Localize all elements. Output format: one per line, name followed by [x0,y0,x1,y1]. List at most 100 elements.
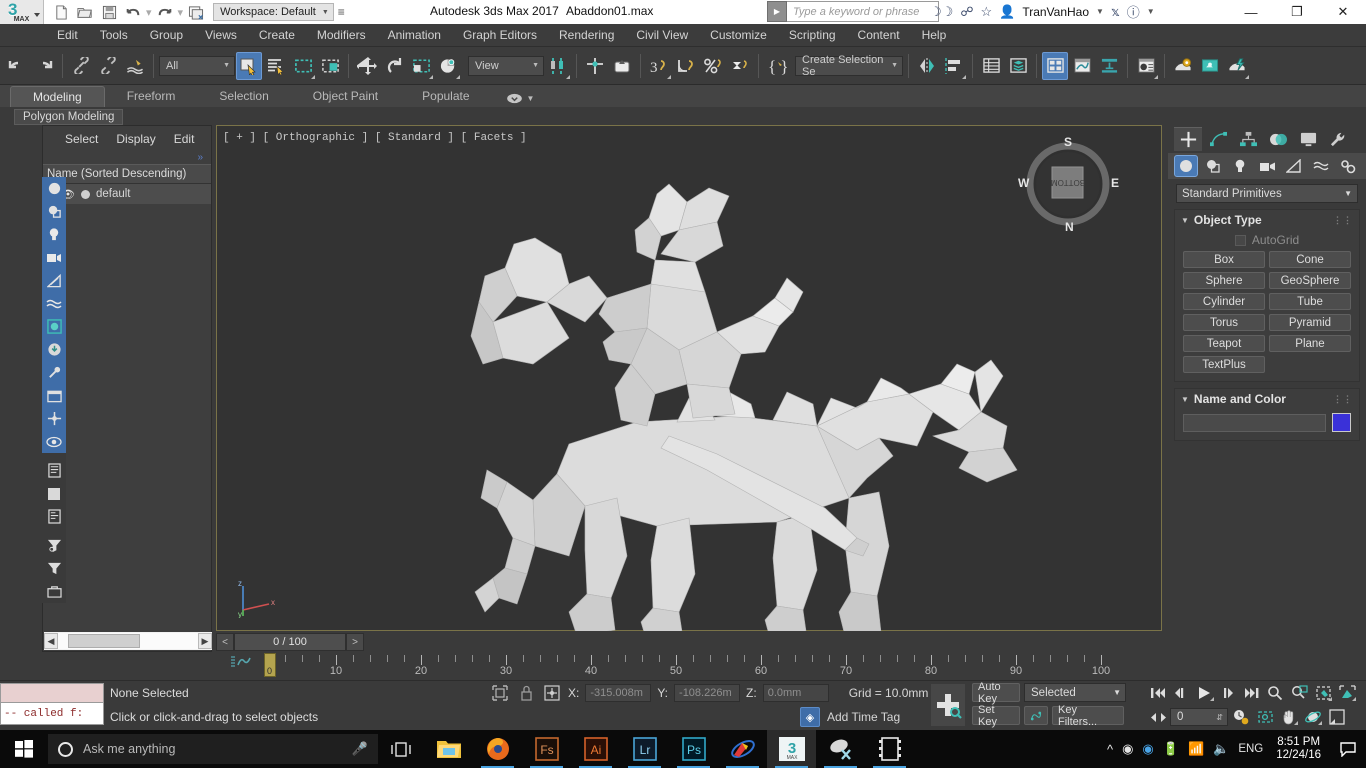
explorer-expand-icon[interactable]: » [43,152,211,164]
start-button[interactable] [0,730,48,768]
display-blank-icon[interactable] [42,482,66,505]
task-view-button[interactable] [378,730,424,768]
ribbon-tab-selection[interactable]: Selection [197,86,290,107]
zoom-extents-icon[interactable] [1312,683,1334,703]
illustrator-icon[interactable]: Ai [571,730,620,768]
geosphere-button[interactable]: GeoSphere [1269,272,1351,289]
named-selection-set-combo[interactable]: Create Selection Se ▼ [795,56,903,76]
search-dropdown-icon[interactable]: ▶ [767,1,787,22]
unlink-selection-icon[interactable] [95,52,121,80]
open-file-icon[interactable] [74,2,96,22]
star-icon[interactable]: ☆ [980,4,992,20]
display-tab[interactable] [1294,127,1322,151]
scroll-right-button[interactable]: ▶ [198,633,212,649]
zoom-all-icon[interactable] [1288,683,1310,703]
key-mode-combo[interactable]: Selected ▼ [1024,683,1126,702]
plane-button[interactable]: Plane [1269,335,1351,352]
snaps-toggle-icon[interactable] [609,52,635,80]
curve-editor-icon[interactable] [1069,52,1095,80]
key-navigation-icon[interactable] [1148,707,1168,727]
x-coordinate-input[interactable]: -315.008m [585,684,651,702]
zoom-region-icon[interactable] [1254,707,1276,727]
ribbon-overflow[interactable]: ▼ [492,93,535,107]
zoom-extents-all-icon[interactable] [1336,683,1358,703]
scroll-left-button[interactable]: ◀ [44,633,58,649]
filter-cameras-icon[interactable] [42,246,66,269]
selection-lock-region-icon[interactable] [490,683,510,703]
go-to-end-button[interactable] [1242,683,1262,703]
menu-item-animation[interactable]: Animation [377,24,452,47]
firefox-icon[interactable] [473,730,522,768]
ribbon-panel-polygon-modeling[interactable]: Polygon Modeling [14,109,123,125]
filter-geometry-icon[interactable] [42,177,66,200]
viewcube-south-label[interactable]: N [1065,220,1074,234]
clock[interactable]: 8:51 PM 12/24/16 [1272,736,1325,762]
geometry-subtab[interactable] [1174,155,1198,177]
filter-containers-icon[interactable] [42,384,66,407]
systems-subtab[interactable] [1336,155,1360,177]
maximize-viewport-toggle-icon[interactable] [1326,707,1348,727]
undo-dropdown-icon[interactable]: ▾ [146,6,152,19]
filter-bones-icon[interactable] [42,361,66,384]
rendered-frame-window-icon[interactable] [1197,52,1223,80]
painter-icon[interactable] [718,730,767,768]
previous-frame-button[interactable] [1170,683,1190,703]
teapot-button[interactable]: Teapot [1183,335,1265,352]
wifi-icon[interactable]: 📶 [1188,741,1204,757]
autogrid-checkbox[interactable] [1235,235,1246,246]
scroll-thumb[interactable] [68,634,140,648]
spinner-arrows-icon[interactable]: ⇵ [1216,713,1223,722]
ribbon-tab-modeling[interactable]: Modeling [10,86,105,107]
shapes-subtab[interactable] [1201,155,1225,177]
menu-item-modifiers[interactable]: Modifiers [306,24,377,47]
auto-key-button[interactable]: Auto Key [972,683,1020,702]
app-logo-button[interactable]: 3 MAX [0,0,44,24]
render-production-icon[interactable] [1224,52,1250,80]
orbit-icon[interactable] [1302,707,1324,727]
cylinder-button[interactable]: Cylinder [1183,293,1265,310]
select-and-move-icon[interactable] [354,52,380,80]
help-icon[interactable]: ⓘ [1127,2,1140,21]
toggle-layer-explorer-icon[interactable] [1005,52,1031,80]
fuse-icon[interactable]: Fs [522,730,571,768]
key-filters-button[interactable]: Key Filters... [1052,706,1124,725]
save-file-icon[interactable] [98,2,120,22]
display-list-icon[interactable] [42,459,66,482]
select-object-button[interactable] [236,52,262,80]
minimize-button[interactable]: — [1228,0,1274,24]
selection-filter-combo[interactable]: All ▼ [159,56,235,76]
filter-xrefs-icon[interactable] [42,338,66,361]
torus-button[interactable]: Torus [1183,314,1265,331]
filter-groups-icon[interactable] [42,315,66,338]
redo-dropdown-icon[interactable]: ▾ [178,6,184,19]
menu-item-content[interactable]: Content [847,24,911,47]
object-type-header[interactable]: ▼ Object Type ⋮⋮ [1175,210,1359,230]
viewcube-north-label[interactable]: S [1064,135,1072,149]
satellite-icon[interactable]: ☍ [960,4,973,20]
user-name[interactable]: TranVanHao [1022,5,1089,19]
placement-tool-icon[interactable] [435,52,461,80]
close-button[interactable]: ✕ [1320,0,1366,24]
lightroom-icon[interactable]: Lr [620,730,669,768]
time-slider-handle[interactable]: 0 [264,653,276,677]
tube-button[interactable]: Tube [1269,293,1351,310]
object-category-combo[interactable]: Standard Primitives ▼ [1176,184,1358,203]
bind-to-space-warp-icon[interactable] [122,52,148,80]
create-tab[interactable] [1174,127,1202,151]
motion-tab[interactable] [1264,127,1292,151]
viewport[interactable]: [ + ] [ Orthographic ] [ Standard ] [ Fa… [216,125,1162,631]
pyramid-button[interactable]: Pyramid [1269,314,1351,331]
ribbon-tab-freeform[interactable]: Freeform [105,86,198,107]
user-avatar-icon[interactable]: 👤 [999,4,1015,20]
key-mode-toggle-icon[interactable] [1024,706,1048,725]
workspace-menu-icon[interactable]: ≡ [338,5,345,19]
onedrive-icon[interactable]: ◉ [1142,741,1153,757]
reference-coordinate-combo[interactable]: View ▼ [468,56,544,76]
z-coordinate-input[interactable]: 0.0mm [763,684,829,702]
language-indicator[interactable]: ENG [1238,743,1263,755]
material-editor-icon[interactable] [1133,52,1159,80]
pan-hand-icon[interactable] [1278,707,1300,727]
menu-item-group[interactable]: Group [139,24,194,47]
align-icon[interactable] [941,52,967,80]
use-pivot-point-center-icon[interactable] [545,52,571,80]
